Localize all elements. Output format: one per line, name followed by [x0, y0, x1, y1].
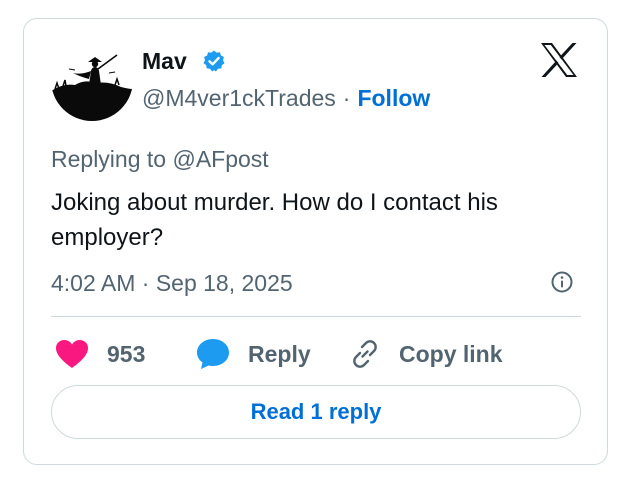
author-handle-row: @M4ver1ckTrades · Follow: [142, 84, 430, 112]
author-handle[interactable]: @M4ver1ckTrades: [142, 85, 336, 111]
link-icon: [353, 340, 377, 368]
reply-button[interactable]: Reply: [196, 337, 311, 371]
avatar-samurai-silhouette-icon: [51, 39, 133, 121]
copy-link-label: Copy link: [399, 340, 503, 367]
separator-dot: ·: [342, 85, 351, 111]
info-icon[interactable]: [550, 270, 574, 294]
tweet-embed-card: Mav @M4ver1ckTrades · Follow Replying to @…: [23, 18, 608, 465]
reply-label: Reply: [248, 340, 311, 367]
replying-to-prefix: Replying to: [51, 146, 167, 172]
tweet-text: Joking about murder. How do I contact hi…: [51, 189, 498, 251]
author-display-name[interactable]: Mav: [142, 47, 187, 75]
divider: [51, 316, 581, 317]
heart-icon: [56, 340, 88, 368]
tweet-timestamp[interactable]: 4:02 AM · Sep 18, 2025: [51, 269, 293, 297]
replying-to-handle[interactable]: @AFpost: [172, 146, 268, 172]
follow-button[interactable]: Follow: [357, 85, 430, 111]
speech-bubble-icon: [197, 339, 229, 369]
copy-link-button[interactable]: Copy link: [349, 337, 503, 371]
replying-to: Replying to @AFpost: [51, 145, 269, 173]
x-logo-icon[interactable]: [539, 42, 579, 78]
verified-badge-icon: [203, 50, 225, 72]
avatar[interactable]: [51, 39, 133, 121]
like-count: 953: [107, 340, 146, 367]
read-replies-button[interactable]: Read 1 reply: [51, 385, 581, 439]
like-button[interactable]: 953: [55, 337, 145, 371]
